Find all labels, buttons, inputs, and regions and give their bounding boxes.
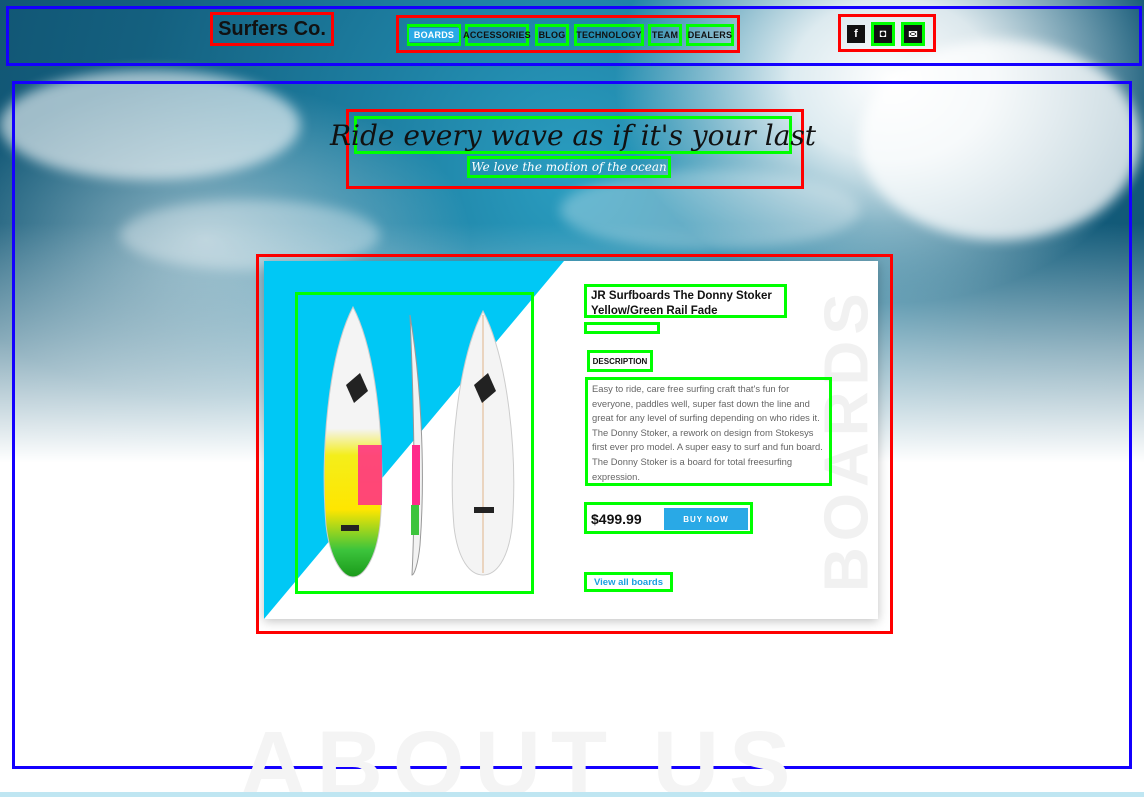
about-us-watermark: ABOUT US [240, 713, 801, 797]
nav-item-dealers[interactable]: DEALERS [686, 24, 734, 46]
nav-item-boards[interactable]: BOARDS [407, 24, 461, 46]
page: Surfers Co. BOARDS ACCESSORIES BLOG TECH… [0, 0, 1144, 797]
surfboards-illustration [323, 305, 515, 578]
nav-item-team[interactable]: TEAM [648, 24, 682, 46]
rating-stars [584, 322, 660, 334]
view-all-boards-link[interactable]: View all boards [584, 572, 673, 592]
main-nav: BOARDS ACCESSORIES BLOG TECHNOLOGY TEAM … [396, 15, 740, 53]
purchase-row: $499.99 BUY NOW [584, 502, 753, 534]
nav-item-label: BOARDS [408, 28, 460, 42]
nav-item-label: TECHNOLOGY [576, 30, 642, 40]
bottom-strip [0, 792, 1144, 797]
nav-item-label: ACCESSORIES [463, 30, 531, 40]
product-title: JR Surfboards The Donny Stoker Yellow/Gr… [584, 284, 787, 318]
nav-item-label: TEAM [651, 30, 679, 40]
nav-item-accessories[interactable]: ACCESSORIES [463, 24, 531, 46]
brand-logo[interactable]: Surfers Co. [210, 12, 334, 46]
description-heading: DESCRIPTION [587, 350, 653, 372]
instagram-glyph: ◘ [879, 28, 887, 40]
instagram-icon[interactable]: ◘ [871, 22, 895, 46]
facebook-icon[interactable]: f [847, 25, 865, 43]
mail-icon[interactable]: ✉ [901, 22, 925, 46]
mail-glyph: ✉ [908, 28, 918, 41]
buy-now-button[interactable]: BUY NOW [664, 508, 748, 530]
hero-title: Ride every wave as if it's your last [330, 116, 816, 154]
nav-item-label: BLOG [538, 30, 566, 40]
nav-item-technology[interactable]: TECHNOLOGY [574, 24, 644, 46]
product-image[interactable] [295, 292, 534, 594]
nav-item-label: DEALERS [687, 30, 733, 40]
social-links: f ◘ ✉ [838, 14, 936, 52]
product-description: Easy to ride, care free surfing craft th… [585, 377, 832, 486]
hero-subtitle: We love the motion of the ocean [467, 156, 671, 178]
product-price: $499.99 [591, 511, 642, 527]
nav-item-blog[interactable]: BLOG [535, 24, 569, 46]
